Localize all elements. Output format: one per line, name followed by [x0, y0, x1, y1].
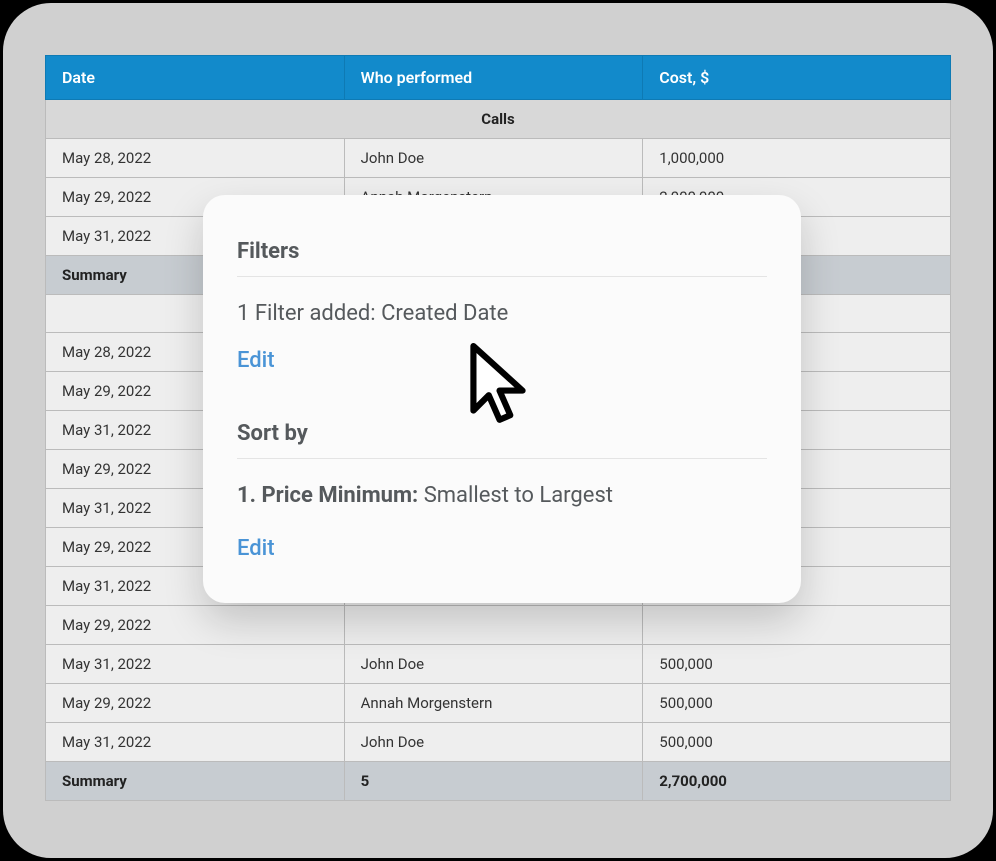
sort-heading: Sort by [237, 421, 767, 459]
summary-row: Summary 5 2,700,000 [46, 762, 951, 801]
cell-who: John Doe [344, 645, 643, 684]
cell-date: May 29, 2022 [46, 606, 345, 645]
section-row: Calls [46, 100, 951, 139]
cell-who: Annah Morgenstern [344, 684, 643, 723]
cell-date: May 29, 2022 [46, 684, 345, 723]
sort-rule: 1. Price Minimum: Smallest to Largest [237, 483, 767, 508]
cell-date: May 31, 2022 [46, 645, 345, 684]
cell-who: John Doe [344, 723, 643, 762]
cursor-icon [467, 343, 529, 429]
header-date: Date [46, 56, 345, 100]
sort-rule-order: Smallest to Largest [424, 483, 613, 508]
cell-date: May 28, 2022 [46, 139, 345, 178]
cell-cost: 1,000,000 [643, 139, 951, 178]
summary-total: 2,700,000 [643, 762, 951, 801]
cell-cost: 500,000 [643, 723, 951, 762]
summary-count: 5 [344, 762, 643, 801]
sort-rule-label: 1. Price Minimum: [237, 483, 418, 508]
cell-who [344, 606, 643, 645]
table-row: May 31, 2022John Doe500,000 [46, 645, 951, 684]
filters-summary: 1 Filter added: Created Date [237, 301, 767, 326]
cell-date: May 31, 2022 [46, 723, 345, 762]
summary-label: Summary [46, 762, 345, 801]
cell-cost: 500,000 [643, 645, 951, 684]
edit-sort-link[interactable]: Edit [237, 536, 275, 561]
edit-filters-link[interactable]: Edit [237, 348, 275, 373]
cell-who: John Doe [344, 139, 643, 178]
cell-cost [643, 606, 951, 645]
app-frame: Date Who performed Cost, $ Calls May 28,… [3, 3, 993, 858]
table-row: May 29, 2022 [46, 606, 951, 645]
cell-cost: 500,000 [643, 684, 951, 723]
filters-popover: Filters 1 Filter added: Created Date Edi… [203, 195, 801, 603]
filters-heading: Filters [237, 239, 767, 277]
table-row: May 31, 2022John Doe500,000 [46, 723, 951, 762]
header-cost: Cost, $ [643, 56, 951, 100]
table-header-row: Date Who performed Cost, $ [46, 56, 951, 100]
section-label: Calls [46, 100, 951, 139]
table-row: May 28, 2022 John Doe 1,000,000 [46, 139, 951, 178]
header-who: Who performed [344, 56, 643, 100]
table-row: May 29, 2022Annah Morgenstern500,000 [46, 684, 951, 723]
